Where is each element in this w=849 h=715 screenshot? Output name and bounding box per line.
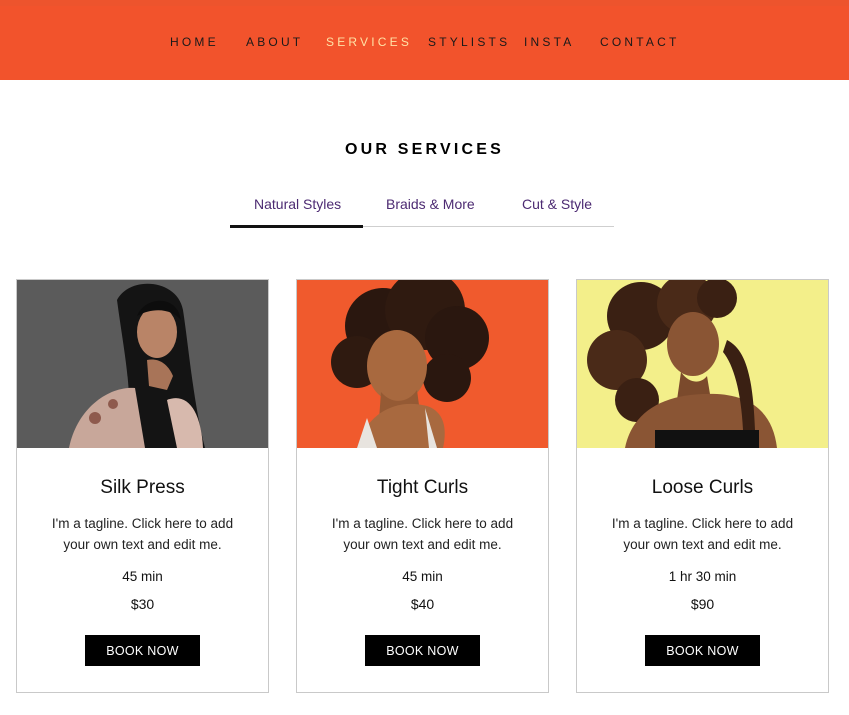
service-duration: 45 min: [402, 569, 443, 584]
site-header: HOME ABOUT SERVICES STYLISTS INSTA CONTA…: [0, 0, 849, 80]
service-card-tight-curls: Tight Curls I'm a tagline. Click here to…: [296, 279, 549, 693]
section-title: OUR SERVICES: [344, 141, 505, 158]
service-price: $90: [690, 596, 715, 612]
book-now-button[interactable]: BOOK NOW: [85, 635, 200, 666]
service-price: $40: [410, 596, 435, 612]
model-long-straight-hair-photo: [17, 280, 268, 448]
service-photo[interactable]: [17, 280, 268, 448]
service-tagline[interactable]: I'm a tagline. Click here to add your ow…: [317, 513, 528, 555]
service-tagline[interactable]: I'm a tagline. Click here to add your ow…: [37, 513, 248, 555]
tab-natural-styles[interactable]: Natural Styles: [254, 196, 341, 212]
service-name: Silk Press: [100, 477, 185, 498]
service-tagline[interactable]: I'm a tagline. Click here to add your ow…: [597, 513, 808, 555]
nav-item-services[interactable]: SERVICES: [326, 35, 412, 49]
nav-item-contact[interactable]: CONTACT: [600, 35, 680, 49]
nav-item-stylists[interactable]: STYLISTS: [428, 35, 510, 49]
header-top-strip: [0, 0, 849, 6]
book-now-button[interactable]: BOOK NOW: [645, 635, 760, 666]
tab-braids-more[interactable]: Braids & More: [386, 196, 475, 212]
service-duration: 1 hr 30 min: [668, 569, 737, 584]
main-nav: HOME ABOUT SERVICES STYLISTS INSTA CONTA…: [0, 35, 849, 51]
active-tab-indicator: [230, 225, 363, 228]
service-name: Tight Curls: [376, 477, 469, 498]
book-now-button[interactable]: BOOK NOW: [365, 635, 480, 666]
service-photo[interactable]: [577, 280, 828, 448]
service-name: Loose Curls: [651, 477, 754, 498]
service-category-tabs: Natural Styles Braids & More Cut & Style: [230, 190, 614, 228]
model-tight-curls-photo: [297, 280, 548, 448]
tab-cut-style[interactable]: Cut & Style: [522, 196, 592, 212]
service-price: $30: [130, 596, 155, 612]
nav-item-about[interactable]: ABOUT: [246, 35, 303, 49]
nav-item-insta[interactable]: INSTA: [524, 35, 574, 49]
service-card-loose-curls: Loose Curls I'm a tagline. Click here to…: [576, 279, 829, 693]
service-card-silk-press: Silk Press I'm a tagline. Click here to …: [16, 279, 269, 693]
service-duration: 45 min: [122, 569, 163, 584]
nav-item-home[interactable]: HOME: [170, 35, 219, 49]
service-photo[interactable]: [297, 280, 548, 448]
model-loose-curls-photo: [577, 280, 828, 448]
